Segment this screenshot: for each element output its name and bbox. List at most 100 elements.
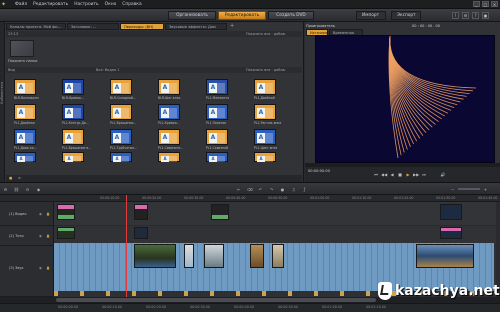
snap-icon[interactable]: ⊟ <box>25 187 30 192</box>
razor-icon[interactable]: ✂ <box>236 187 241 192</box>
rewind-icon[interactable]: ◀◀ <box>381 172 387 178</box>
preview-curve-line <box>389 36 449 114</box>
transition-b-icon <box>121 133 129 143</box>
footer-tick: 00:00:00.00 <box>58 305 79 309</box>
skip-forward-icon[interactable]: ⏭ <box>421 172 427 178</box>
track-lock-icon[interactable]: 🔒 <box>46 234 50 238</box>
redo-icon[interactable]: ↷ <box>269 187 274 192</box>
transition-thumbnail[interactable]: A <box>254 79 276 95</box>
transition-a-icon: A <box>161 108 169 118</box>
video-clip[interactable] <box>440 204 462 220</box>
scene-icon[interactable]: ■ <box>9 175 12 182</box>
transition-thumbnail[interactable]: A <box>254 129 276 145</box>
transition-thumbnail[interactable]: A <box>14 79 36 95</box>
transition-b-icon <box>121 156 129 162</box>
title-clip[interactable] <box>57 227 75 239</box>
track-lock-icon[interactable]: 🔒 <box>46 266 50 270</box>
title-clip[interactable] <box>134 227 148 239</box>
zoom-slider[interactable] <box>458 188 480 190</box>
video-thumbnail[interactable] <box>272 244 284 268</box>
transition-thumbnail[interactable]: A <box>110 104 132 120</box>
video-clip[interactable] <box>57 204 75 220</box>
playhead[interactable] <box>126 195 127 297</box>
preview-scrubber[interactable] <box>305 163 500 167</box>
transition-thumbnail[interactable]: A <box>110 129 132 145</box>
play-icon[interactable]: ▶ <box>405 172 411 178</box>
transition-a-icon: A <box>113 156 121 162</box>
volume-icon[interactable]: 🔊 <box>440 172 446 178</box>
track-eye-icon[interactable]: ◉ <box>39 234 42 238</box>
preview-screen[interactable] <box>315 35 495 163</box>
transition-thumbnail[interactable]: A <box>254 104 276 120</box>
transition-a-icon: A <box>209 156 217 162</box>
track-name: (3) Звук <box>9 266 24 270</box>
stop-icon[interactable]: ■ <box>397 172 403 178</box>
transition-thumbnail[interactable]: A <box>14 152 36 162</box>
track-eye-icon[interactable]: ◉ <box>39 266 42 270</box>
mixer-icon[interactable]: ♫ <box>291 187 296 192</box>
video-clip[interactable] <box>211 204 229 220</box>
video-thumbnail[interactable] <box>250 244 264 268</box>
export-button[interactable]: Экспорт <box>391 11 421 20</box>
transition-thumbnail[interactable]: A <box>62 129 84 145</box>
watermark: kazachya.net <box>378 281 500 305</box>
video-thumbnail[interactable] <box>204 244 224 268</box>
transition-a-icon: A <box>17 108 25 118</box>
zoom-out-icon[interactable]: − <box>450 187 455 192</box>
step-back-icon[interactable]: ◀ <box>389 172 395 178</box>
transition-b-icon <box>169 156 177 162</box>
track-lane-1[interactable] <box>54 202 496 226</box>
transition-thumbnail[interactable]: A <box>62 104 84 120</box>
library-status-bar: ■ ≡ <box>6 175 302 182</box>
transition-thumbnail[interactable]: A <box>158 129 180 145</box>
ruler-tick: 00:00:30.00 <box>184 196 204 200</box>
track-eye-icon[interactable]: ◉ <box>39 212 42 216</box>
fx-icon[interactable]: ƒ <box>302 187 307 192</box>
footer-tick: 00:01:10.00 <box>366 305 387 309</box>
video-clip[interactable] <box>134 204 148 220</box>
help-icon[interactable]: ? <box>472 12 479 19</box>
transition-thumbnail[interactable]: A <box>158 152 180 162</box>
transition-thumbnail[interactable]: A <box>62 152 84 162</box>
record-voice-icon[interactable]: ● <box>280 187 285 192</box>
close-button[interactable]: × <box>491 1 498 7</box>
transition-a-icon: A <box>257 108 265 118</box>
list-icon[interactable]: ≡ <box>18 175 21 182</box>
transition-thumbnail[interactable]: A <box>254 152 276 162</box>
fast-forward-icon[interactable]: ▶▶ <box>413 172 419 178</box>
marker-icon[interactable]: ◆ <box>36 187 41 192</box>
delete-icon[interactable]: ⌫ <box>247 187 253 192</box>
import-button[interactable]: Импорт <box>356 11 386 20</box>
transition-thumbnail[interactable]: A <box>62 79 84 95</box>
transition-thumbnail[interactable]: A <box>158 104 180 120</box>
video-thumbnail-landscape[interactable] <box>416 244 474 268</box>
video-thumbnail-forest[interactable] <box>134 244 176 268</box>
transition-thumbnail[interactable]: A <box>206 79 228 95</box>
timeline-ruler[interactable]: 00:00:10.00 00:00:20.00 00:00:30.00 00:00:4… <box>0 195 500 202</box>
transition-thumbnail[interactable]: A <box>206 104 228 120</box>
ruler-tick: 00:00:10.00 <box>100 196 120 200</box>
track-settings-icon[interactable]: ⚙ <box>3 187 8 192</box>
undo-icon[interactable]: ↶ <box>258 187 263 192</box>
link-icon[interactable]: ⛓ <box>14 187 19 192</box>
zoom-in-icon[interactable]: + <box>483 187 488 192</box>
gear-icon[interactable]: ⚙ <box>462 12 469 19</box>
transition-thumbnail[interactable]: A <box>14 104 36 120</box>
transition-b-icon <box>265 108 273 118</box>
title-clip[interactable] <box>440 227 462 239</box>
transition-label: BLR-Складной... <box>110 96 136 100</box>
minimize-button[interactable]: _ <box>473 1 480 7</box>
video-thumbnail[interactable] <box>184 244 194 268</box>
transition-label: PL1-Контур-Дв... <box>62 121 89 125</box>
skip-back-icon[interactable]: ⏮ <box>373 172 379 178</box>
transition-thumbnail[interactable]: A <box>206 129 228 145</box>
transition-thumbnail[interactable]: A <box>110 152 132 162</box>
track-lock-icon[interactable]: 🔒 <box>46 212 50 216</box>
transition-thumbnail[interactable]: A <box>14 129 36 145</box>
transition-thumbnail[interactable]: A <box>158 79 180 95</box>
maximize-button[interactable]: □ <box>482 1 489 7</box>
transition-thumbnail[interactable]: A <box>110 79 132 95</box>
notifications-icon[interactable]: ! <box>452 12 459 19</box>
film-icon[interactable]: ▣ <box>482 12 489 19</box>
transition-thumbnail[interactable]: A <box>206 152 228 162</box>
